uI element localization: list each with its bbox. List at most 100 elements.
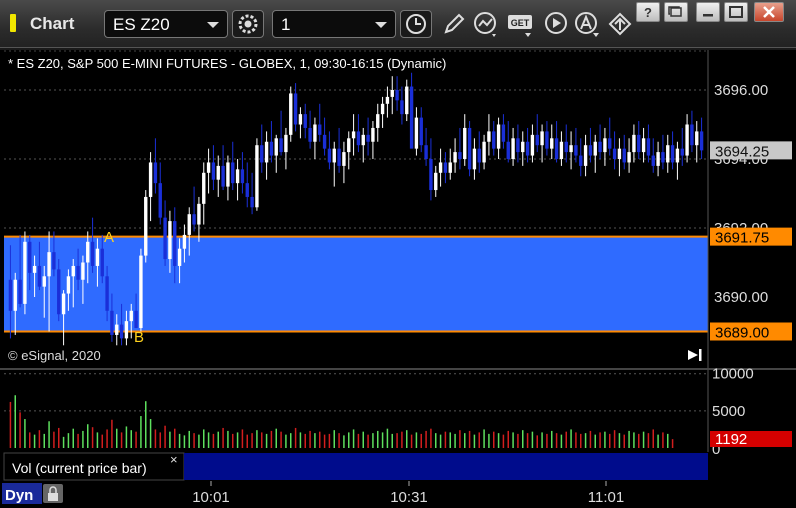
volume-legend: Vol (current price bar) [12, 460, 147, 476]
window-toolbar: Chart ES Z20 1 GET ? [0, 0, 796, 48]
draw-pencil-icon [444, 13, 465, 34]
symbol-combo[interactable]: ES Z20 [104, 10, 228, 38]
price-bar [289, 93, 293, 135]
price-bar [414, 117, 419, 149]
price-bar [559, 141, 564, 159]
price-bar [279, 138, 283, 153]
price-bar [535, 134, 539, 146]
price-bar [322, 134, 327, 149]
minimize-button[interactable]: ? [636, 2, 660, 22]
window-title: Chart [30, 14, 75, 33]
price-bar [438, 162, 443, 173]
time-axis-label: 10:31 [390, 489, 428, 506]
price-bar [148, 162, 153, 197]
price-bar [23, 241, 27, 304]
panel-separator[interactable] [0, 368, 796, 370]
zone-top-value: 3691.75 [715, 230, 769, 247]
price-bar [182, 234, 187, 249]
study-button[interactable] [472, 10, 500, 38]
study-icon [474, 12, 496, 37]
price-bar [690, 124, 694, 146]
price-bar [530, 134, 535, 156]
price-bar [492, 131, 496, 149]
restore-button[interactable] [664, 2, 688, 22]
play-button[interactable] [542, 10, 570, 38]
price-bar [163, 217, 167, 260]
price-bar [32, 265, 37, 273]
svg-text:?: ? [644, 5, 652, 20]
current-volume-value: 1192 [715, 431, 747, 448]
price-bar [448, 162, 452, 173]
price-bar [627, 152, 631, 163]
price-bar [76, 265, 80, 280]
price-bar [284, 134, 288, 153]
price-bar [57, 269, 61, 315]
price-bar [274, 138, 278, 156]
price-bar [47, 252, 51, 277]
price-bar [129, 310, 133, 322]
link-color-bar[interactable] [10, 14, 16, 32]
price-bar [506, 141, 510, 159]
price-bar [158, 183, 162, 218]
price-bar [211, 162, 216, 180]
legend-strip [184, 453, 708, 480]
draw-button[interactable] [440, 10, 468, 38]
price-bar [202, 172, 206, 204]
price-bar [588, 145, 593, 156]
minimize-window-button[interactable] [696, 2, 720, 22]
price-bar [313, 124, 317, 142]
close-button[interactable] [754, 2, 784, 22]
price-bar [337, 148, 341, 166]
price-bar [675, 148, 680, 163]
price-bar [8, 279, 13, 311]
price-bar [216, 165, 220, 180]
price-bar [250, 196, 254, 208]
price-bar [554, 138, 559, 159]
price-bar [264, 141, 269, 163]
price-bar [206, 162, 211, 173]
restore-icon [668, 6, 682, 17]
price-bar [685, 124, 689, 156]
price-bar [100, 248, 104, 277]
question-icon: ? [644, 5, 652, 20]
price-bar [308, 127, 312, 142]
price-bar [240, 169, 245, 184]
price-bar [318, 124, 322, 135]
price-bar [670, 145, 675, 163]
price-bar [260, 145, 264, 163]
price-bar [139, 255, 143, 329]
get-button[interactable]: GET [506, 10, 534, 38]
chart-window[interactable]: * ES Z20, S&P 500 E-MINI FUTURES - GLOBE… [0, 50, 796, 508]
zone-bottom-tag: 3689.00 [710, 322, 792, 342]
price-bar [574, 145, 578, 156]
last-price-value: 3694.25 [715, 143, 769, 160]
chart-canvas[interactable]: * ES Z20, S&P 500 E-MINI FUTURES - GLOBE… [0, 50, 796, 508]
support-zone[interactable] [4, 236, 708, 332]
legend-close-icon[interactable]: × [170, 452, 178, 467]
price-bar [134, 310, 138, 329]
alert-button[interactable] [572, 10, 600, 38]
minimize-icon [703, 14, 713, 17]
price-bar [516, 138, 520, 153]
price-bar [95, 248, 100, 266]
price-bar [569, 145, 573, 153]
interval-combo[interactable]: 1 [272, 10, 396, 38]
price-bar [695, 131, 699, 146]
settings-button[interactable] [232, 10, 264, 38]
price-bar [61, 293, 66, 315]
price-axis-label: 3690.00 [714, 289, 768, 306]
price-bar [376, 114, 380, 128]
price-bar [443, 162, 448, 173]
price-bar [269, 141, 274, 156]
price-bar [255, 145, 259, 208]
clock-button[interactable] [400, 10, 432, 38]
trade-button[interactable] [606, 10, 634, 38]
price-bar [400, 100, 404, 115]
close-icon [763, 6, 775, 18]
price-bar [453, 152, 457, 163]
price-bar [525, 141, 530, 156]
maximize-button[interactable] [724, 2, 748, 22]
price-bar [28, 241, 32, 273]
zone-label-a: A [104, 229, 114, 246]
price-bar [521, 141, 525, 153]
